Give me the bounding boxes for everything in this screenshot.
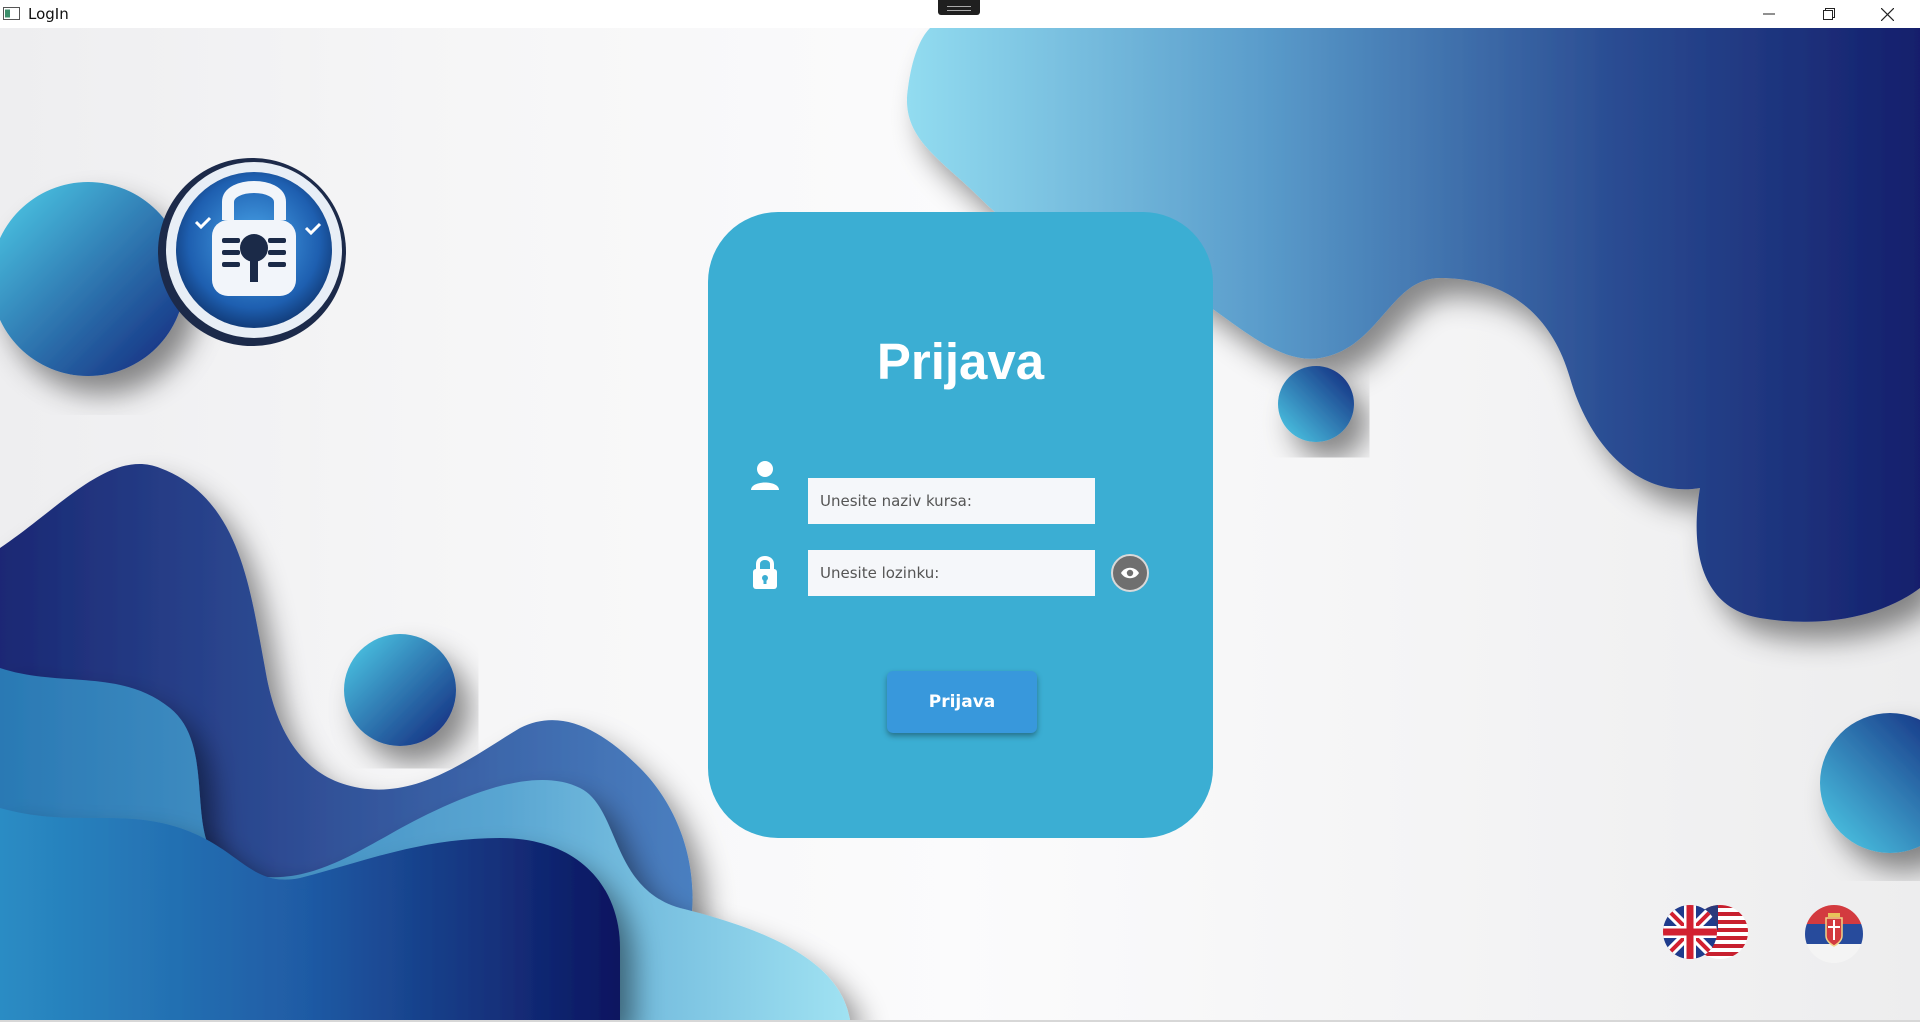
- app-icon: [3, 7, 20, 20]
- english-flag-icon[interactable]: [1662, 904, 1750, 960]
- restore-icon: [1823, 8, 1835, 20]
- eye-icon: [1121, 567, 1139, 579]
- snap-grip[interactable]: [938, 0, 980, 15]
- minimize-button[interactable]: [1740, 0, 1798, 28]
- window-title: LogIn: [28, 5, 69, 23]
- user-icon: [751, 461, 779, 490]
- show-password-button[interactable]: [1111, 554, 1149, 592]
- serbian-flag-icon[interactable]: [1804, 904, 1864, 964]
- login-window-content: Prijava Prijava: [0, 28, 1920, 1020]
- login-title: Prijava: [876, 333, 1045, 390]
- restore-button[interactable]: [1800, 0, 1858, 28]
- login-button[interactable]: Prijava: [887, 671, 1037, 733]
- close-icon: [1880, 7, 1894, 21]
- padlock-logo-icon: [158, 158, 346, 346]
- minimize-icon: [1763, 13, 1775, 15]
- course-name-input[interactable]: [808, 478, 1095, 524]
- window-titlebar: LogIn: [0, 0, 1920, 28]
- close-button[interactable]: [1858, 0, 1916, 28]
- login-card: Prijava Prijava: [708, 212, 1213, 838]
- lock-icon: [753, 556, 777, 589]
- password-input[interactable]: [808, 550, 1095, 596]
